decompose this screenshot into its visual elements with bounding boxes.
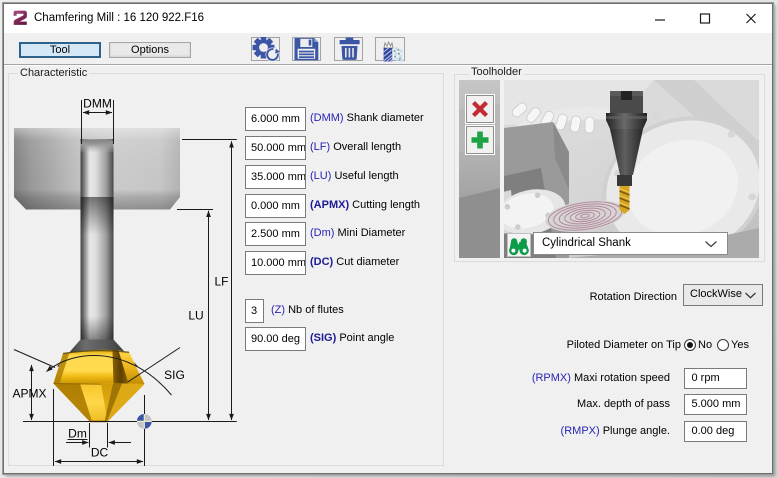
svg-text:Dm: Dm <box>68 427 87 441</box>
svg-text:DC: DC <box>91 446 109 460</box>
svg-text:SIG: SIG <box>164 368 185 382</box>
svg-text:LU: LU <box>188 309 203 323</box>
svg-text:DMM: DMM <box>83 97 112 111</box>
svg-text:LF: LF <box>214 275 228 289</box>
svg-text:APMX: APMX <box>12 387 46 401</box>
